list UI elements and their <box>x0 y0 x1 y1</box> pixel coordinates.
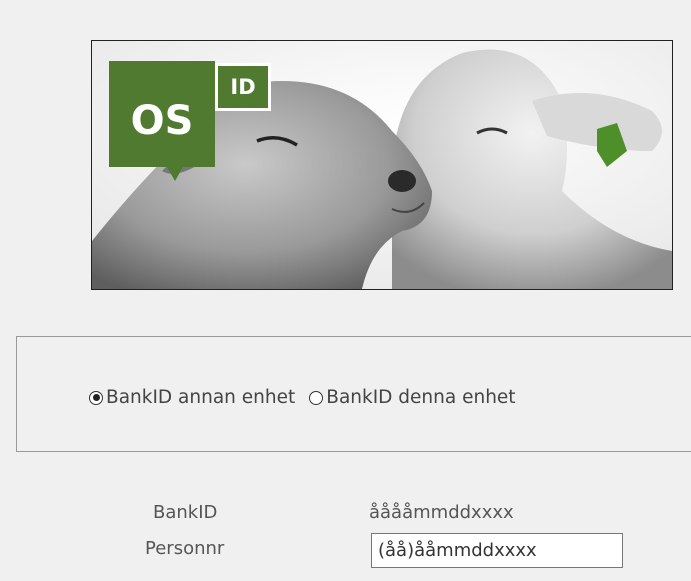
logo-speech-tail <box>167 167 183 181</box>
radio-option-bankid-this-device[interactable]: BankID denna enhet <box>309 387 516 408</box>
radio-button-unselected[interactable] <box>309 390 324 405</box>
radio-option-bankid-other-device[interactable]: BankID annan enhet <box>89 387 295 408</box>
personnr-label: Personnr <box>145 538 225 559</box>
personnr-input[interactable] <box>371 533 623 568</box>
id-badge-text: ID <box>230 75 256 99</box>
header-banner-image: OS ID <box>91 40 673 290</box>
bankid-label: BankID <box>153 502 218 523</box>
os-logo-text: OS <box>130 98 194 144</box>
id-badge-logo: ID <box>215 63 271 111</box>
personnr-format-hint: ååååmmddxxxx <box>369 502 514 523</box>
radio-label-bankid-this-device: BankID denna enhet <box>326 387 516 408</box>
radio-button-selected[interactable] <box>89 390 103 405</box>
radio-label-bankid-other-device: BankID annan enhet <box>106 387 296 408</box>
auth-method-selector: BankID annan enhet BankID denna enhet <box>89 387 516 408</box>
os-logo: OS <box>109 61 215 167</box>
